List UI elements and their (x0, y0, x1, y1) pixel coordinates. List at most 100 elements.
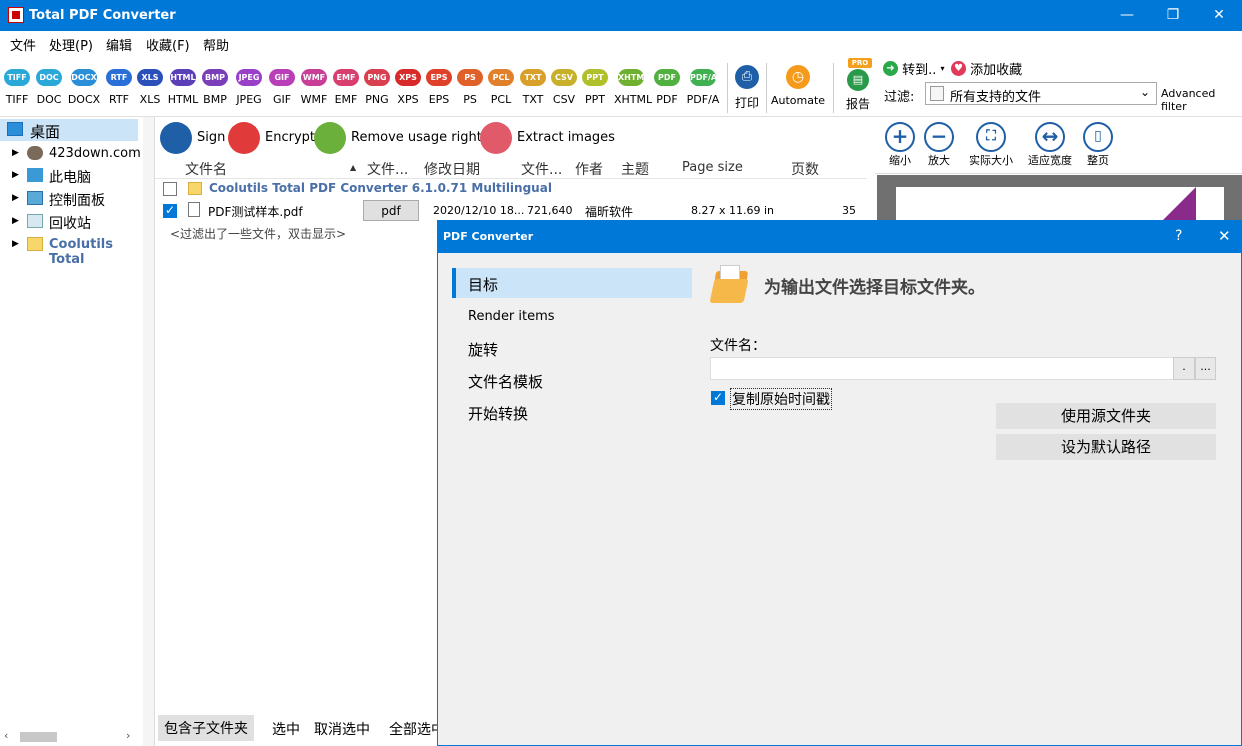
filename-label: 文件名： (710, 338, 766, 354)
menu-favorites[interactable]: 收藏(F) (146, 35, 190, 54)
set-default-path-button[interactable]: 设为默认路径 (996, 434, 1216, 460)
minimize-button[interactable]: — (1104, 0, 1150, 31)
expand-arrow-icon[interactable]: ▶ (12, 216, 19, 226)
automate-button[interactable]: ◷ Automate (770, 65, 826, 107)
format-doc-button[interactable]: DOC DOC (32, 69, 66, 106)
sort-ascending-icon: ▲ (350, 163, 357, 172)
format-eps-button[interactable]: EPS EPS (422, 69, 456, 106)
format-icon: PDF/A (690, 69, 717, 86)
tree-item-desktop[interactable]: 桌面 (0, 119, 138, 141)
expand-arrow-icon[interactable]: ▶ (12, 193, 19, 203)
tree-label: 回收站 (49, 216, 91, 232)
expand-arrow-icon[interactable]: ▶ (12, 170, 19, 180)
close-window-button[interactable]: ✕ (1196, 0, 1242, 31)
scroll-right-icon[interactable]: › (126, 729, 130, 742)
format-csv-button[interactable]: CSV CSV (547, 69, 581, 106)
tree-item-recycle-bin[interactable]: ▶ 回收站 (0, 211, 140, 233)
nav-label: 文件名模板 (468, 373, 544, 391)
browse-button[interactable]: ... (1195, 357, 1216, 380)
include-subfolders-button[interactable]: 包含子文件夹 (158, 715, 254, 741)
fit-width-button[interactable]: ↔ 适应宽度 (1024, 122, 1076, 168)
advanced-filter-link[interactable]: Advanced filter (1161, 87, 1242, 113)
tree-label: 控制面板 (49, 193, 105, 209)
row-checkbox[interactable] (163, 203, 177, 218)
format-rtf-button[interactable]: RTF RTF (102, 69, 136, 106)
restore-button[interactable]: ❐ (1150, 0, 1196, 31)
format-png-button[interactable]: PNG PNG (360, 69, 394, 106)
pane-splitter[interactable] (143, 117, 155, 746)
add-favorite-button[interactable]: ♥ 添加收藏 (951, 59, 1022, 78)
format-txt-button[interactable]: TXT TXT (516, 69, 550, 106)
folder-tree: 桌面 ▶ 423down.com ▶ 此电脑 ▶ 控制面板 ▶ 回收站 ▶ Co… (0, 117, 143, 746)
column-size[interactable]: 文件... (521, 159, 562, 179)
arrow-right-icon: ➜ (883, 61, 898, 76)
format-pcl-button[interactable]: PCL PCL (484, 69, 518, 106)
filter-select[interactable]: 所有支持的文件 ⌄ (925, 82, 1157, 105)
column-page-size[interactable]: Page size (682, 160, 743, 175)
select-button[interactable]: 选中 (272, 719, 300, 739)
nav-filename-template[interactable]: 文件名模板 (452, 365, 692, 395)
folder-row[interactable]: Coolutils Total PDF Converter 6.1.0.71 M… (155, 178, 867, 200)
dialog-close-button[interactable]: ✕ (1218, 227, 1231, 245)
column-modified[interactable]: 修改日期 (424, 159, 480, 179)
scroll-left-icon[interactable]: ‹ (4, 729, 8, 742)
format-wmf-button[interactable]: WMF WMF (297, 69, 331, 106)
file-size: 721,640 (527, 204, 573, 217)
expand-arrow-icon[interactable]: ▶ (12, 148, 19, 158)
menu-process[interactable]: 处理(P) (49, 35, 93, 54)
row-checkbox[interactable] (163, 182, 177, 196)
zoom-out-button[interactable]: + 缩小 (883, 122, 917, 168)
use-source-folder-button[interactable]: 使用源文件夹 (996, 403, 1216, 429)
actual-size-button[interactable]: ⛶ 实际大小 (965, 122, 1017, 168)
filter-label: 过滤: (884, 90, 915, 105)
full-page-button[interactable]: ▯ 整页 (1082, 122, 1114, 168)
expand-arrow-icon[interactable]: ▶ (12, 239, 19, 249)
tree-item-this-pc[interactable]: ▶ 此电脑 (0, 165, 140, 187)
nav-rotate[interactable]: 旋转 (452, 333, 692, 363)
format-gif-button[interactable]: GIF GIF (265, 69, 299, 106)
format-jpeg-button[interactable]: JPEG JPEG (232, 69, 266, 106)
format-xhtml-button[interactable]: XHTML XHTML (614, 69, 652, 106)
tree-item-423down[interactable]: ▶ 423down.com (0, 143, 141, 165)
report-button[interactable]: PRO ▤ 报告 (839, 58, 877, 112)
column-name[interactable]: 文件名 (185, 159, 227, 179)
tree-item-coolutils[interactable]: ▶ Coolutils Total (0, 234, 140, 267)
column-type[interactable]: 文件... (367, 159, 408, 179)
format-emf-button[interactable]: EMF EMF (329, 69, 363, 106)
nav-label: Render items (468, 309, 555, 324)
column-pages[interactable]: 页数 (791, 159, 819, 179)
print-button[interactable]: ⎙ 打印 (731, 65, 763, 111)
format-html-button[interactable]: HTML HTML (166, 69, 200, 106)
tree-item-control-panel[interactable]: ▶ 控制面板 (0, 188, 140, 210)
deselect-button[interactable]: 取消选中 (314, 719, 370, 739)
format-tiff-button[interactable]: TIFF TIFF (0, 69, 34, 106)
nav-render-items[interactable]: Render items (452, 301, 692, 331)
history-dropdown-button[interactable]: . (1173, 357, 1195, 380)
format-xls-button[interactable]: XLS XLS (133, 69, 167, 106)
output-folder-input[interactable] (710, 357, 1216, 380)
filtered-hint[interactable]: <过滤出了一些文件，双击显示> (170, 225, 346, 242)
format-xps-button[interactable]: XPS XPS (391, 69, 425, 106)
format-pdf-button[interactable]: PDF PDF (650, 69, 684, 106)
format-pdf-a-button[interactable]: PDF/A PDF/A (686, 69, 720, 106)
nav-target[interactable]: 目标 (452, 268, 692, 298)
horizontal-scrollbar[interactable]: ‹ › (0, 728, 140, 746)
menu-help[interactable]: 帮助 (203, 35, 229, 54)
format-docx-button[interactable]: DOCX DOCX (67, 69, 101, 106)
format-ps-button[interactable]: PS PS (453, 69, 487, 106)
zoom-in-button[interactable]: − 放大 (922, 122, 956, 168)
column-author[interactable]: 作者 (575, 159, 603, 179)
file-row[interactable]: PDF测试样本.pdf pdf 2020/12/10 18... 721,640… (155, 200, 867, 222)
menu-edit[interactable]: 编辑 (106, 35, 132, 54)
format-bmp-button[interactable]: BMP BMP (198, 69, 232, 106)
column-subject[interactable]: 主题 (621, 159, 649, 179)
format-label: PPT (585, 93, 605, 106)
format-ppt-button[interactable]: PPT PPT (578, 69, 612, 106)
report-icon: ▤ (847, 69, 869, 91)
toolbar-separator (833, 63, 834, 113)
goto-button[interactable]: ➜ 转到.. ▾ (883, 59, 945, 78)
dialog-help-button[interactable]: ? (1175, 228, 1182, 244)
menu-file[interactable]: 文件 (10, 35, 36, 54)
scrollbar-thumb[interactable] (20, 732, 57, 742)
nav-start-conversion[interactable]: 开始转换 (452, 397, 692, 427)
